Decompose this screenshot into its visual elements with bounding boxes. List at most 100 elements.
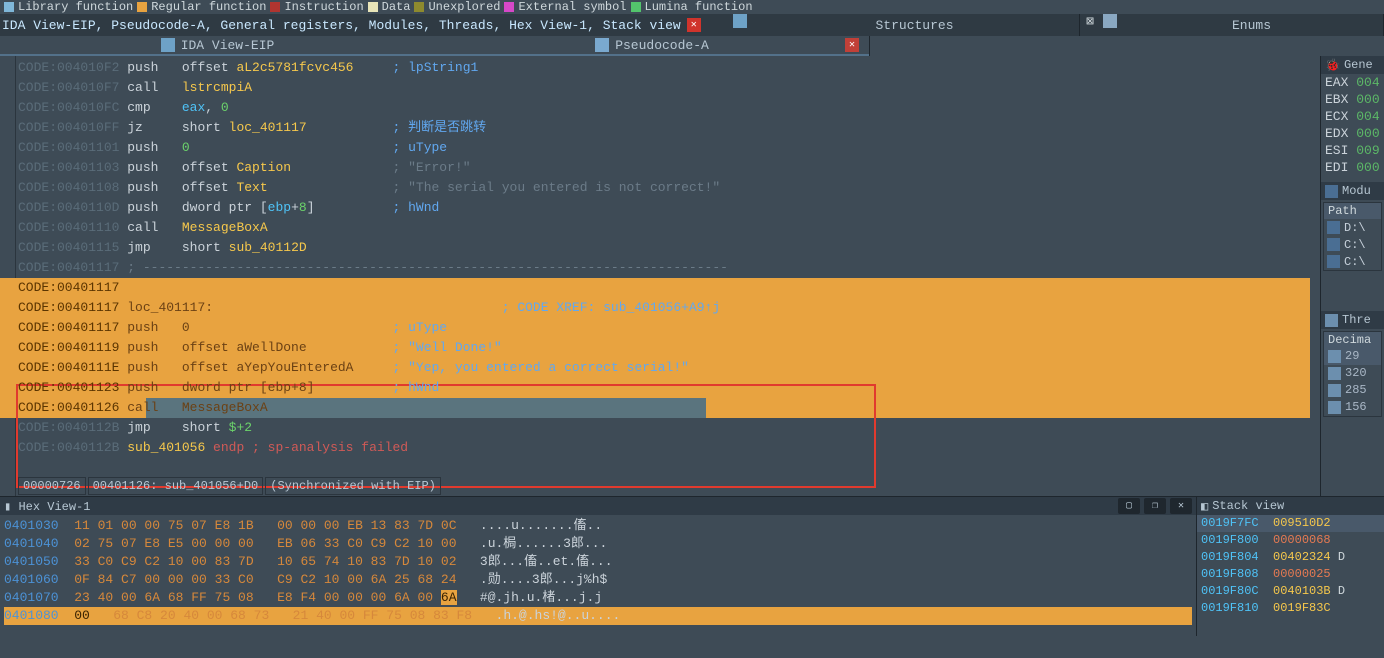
tab-pseudocode[interactable]: Pseudocode-A ✕ [435, 36, 869, 56]
legend-swatch [368, 2, 378, 12]
disasm-line[interactable]: CODE:0040110D push dword ptr [ebp+8] ; h… [18, 198, 1320, 218]
thread-row[interactable]: 29 [1324, 348, 1381, 365]
hex-view-panel[interactable]: ▮ Hex View-1 ▢ ❐ ✕ 0401030 11 01 00 00 7… [0, 496, 1196, 636]
legend-label: Data [382, 0, 411, 14]
thread-icon [1328, 384, 1341, 397]
module-row[interactable]: D:\ [1324, 219, 1381, 236]
legend-label: Lumina function [645, 0, 753, 14]
disasm-line[interactable]: CODE:00401117 ; ------------------------… [18, 258, 1320, 278]
panel-header-modules: Modu [1321, 182, 1384, 200]
stack-view-panel[interactable]: ◧ Stack view 0019F7FC 009510D20019F800 0… [1196, 496, 1384, 636]
stack-row[interactable]: 0019F808 00000025 [1197, 566, 1384, 583]
disk-icon [1327, 221, 1340, 234]
stack-row[interactable]: 0019F800 00000068 [1197, 532, 1384, 549]
register-row: EBX 000 [1321, 91, 1384, 108]
legend-label: Unexplored [428, 0, 500, 14]
disasm-line[interactable]: CODE:00401110 call MessageBoxA [18, 218, 1320, 238]
panel-header-registers: 🐞 Gene [1321, 56, 1384, 74]
close-icon[interactable]: ✕ [687, 18, 701, 32]
restore-icon[interactable]: ❐ [1144, 498, 1166, 514]
status-offset: 00000726 [18, 477, 86, 495]
register-row: EDI 000 [1321, 159, 1384, 176]
hex-line[interactable]: 0401080 00 68 C8 20 40 00 68 73 21 40 00… [4, 607, 1192, 625]
register-row: ESI 009 [1321, 142, 1384, 159]
hex-line[interactable]: 0401070 23 40 00 6A 68 FF 75 08 E8 F4 00… [4, 589, 1192, 607]
disasm-line[interactable]: CODE:004010FC cmp eax, 0 [18, 98, 1320, 118]
tab-structures[interactable]: Structures [750, 14, 1080, 36]
disassembly-view[interactable]: CODE:004010F2 push offset aL2c5781fcvc45… [0, 56, 1320, 496]
registers-panel: 🐞 Gene EAX 004EBX 000ECX 004EDX 000ESI 0… [1320, 56, 1384, 496]
disasm-line[interactable]: CODE:004010F7 call lstrcmpiA [18, 78, 1320, 98]
breadcrumb: IDA View-EIP, Pseudocode-A, General regi… [0, 14, 730, 36]
thread-icon [1328, 367, 1341, 380]
disasm-line[interactable]: CODE:0040111E push offset aYepYouEntered… [18, 358, 1320, 378]
disasm-line[interactable]: CODE:00401115 jmp short sub_40112D [18, 238, 1320, 258]
close-icon[interactable]: ⊠ [1080, 14, 1100, 36]
legend-label: External symbol [518, 0, 626, 14]
panel-title-hex: ▮ Hex View-1 [4, 499, 90, 514]
status-bar: 00000726 00401126: sub_401056+D0 (Synchr… [18, 476, 1320, 496]
view-icon [161, 38, 175, 52]
legend-swatch [137, 2, 147, 12]
legend-swatch [504, 2, 514, 12]
module-icon [1325, 185, 1338, 198]
stack-row[interactable]: 0019F80C 0040103B D [1197, 583, 1384, 600]
legend-swatch [270, 2, 280, 12]
stack-row[interactable]: 0019F7FC 009510D2 [1197, 515, 1384, 532]
thread-row[interactable]: 156 [1324, 399, 1381, 416]
modules-list[interactable]: Path D:\C:\C:\ [1323, 202, 1382, 271]
disasm-line[interactable]: CODE:00401126 call MessageBoxA [18, 398, 1320, 418]
thread-icon [1325, 314, 1338, 327]
minimize-icon[interactable]: ▢ [1118, 498, 1140, 514]
legend-label: Regular function [151, 0, 266, 14]
status-location: 00401126: sub_401056+D0 [88, 477, 264, 495]
bug-icon: 🐞 [1325, 58, 1340, 73]
disasm-line[interactable]: CODE:004010F2 push offset aL2c5781fcvc45… [18, 58, 1320, 78]
disasm-line[interactable]: CODE:00401117 loc_401117: ; CODE XREF: s… [18, 298, 1320, 318]
hex-line[interactable]: 0401060 0F 84 C7 00 00 00 33 C0 C9 C2 10… [4, 571, 1192, 589]
disk-icon [1327, 238, 1340, 251]
column-header-path[interactable]: Path [1324, 203, 1381, 219]
stack-row[interactable]: 0019F810 0019F83C [1197, 600, 1384, 617]
disk-icon [1327, 255, 1340, 268]
panel-header-stack: ◧ Stack view [1197, 497, 1384, 515]
disasm-line[interactable]: CODE:00401119 push offset aWellDone ; "W… [18, 338, 1320, 358]
module-row[interactable]: C:\ [1324, 253, 1381, 270]
tab-icon[interactable] [730, 14, 750, 36]
legend-bar: Library function Regular function Instru… [0, 0, 1384, 14]
disasm-line[interactable]: CODE:004010FF jz short loc_401117 ; 判断是否… [18, 118, 1320, 138]
register-row: EAX 004 [1321, 74, 1384, 91]
close-icon[interactable]: ✕ [1170, 498, 1192, 514]
thread-icon [1328, 350, 1341, 363]
status-sync: (Synchronized with EIP) [265, 477, 441, 495]
close-icon[interactable]: ✕ [845, 38, 859, 52]
disasm-line[interactable]: CODE:00401103 push offset Caption ; "Err… [18, 158, 1320, 178]
column-header-decimal[interactable]: Decima [1324, 332, 1381, 348]
register-row: EDX 000 [1321, 125, 1384, 142]
disasm-line[interactable]: CODE:00401117 [18, 278, 1320, 298]
hex-line[interactable]: 0401030 11 01 00 00 75 07 E8 1B 00 00 00… [4, 517, 1192, 535]
stack-row[interactable]: 0019F804 00402324 D [1197, 549, 1384, 566]
tab-icon[interactable] [1100, 14, 1120, 36]
disasm-line[interactable]: CODE:0040112B jmp short $+2 [18, 418, 1320, 438]
thread-row[interactable]: 285 [1324, 382, 1381, 399]
gutter [0, 56, 16, 496]
disasm-line[interactable]: CODE:00401117 push 0 ; uType [18, 318, 1320, 338]
hex-line[interactable]: 0401050 33 C0 C9 C2 10 00 83 7D 10 65 74… [4, 553, 1192, 571]
disasm-line[interactable]: CODE:00401108 push offset Text ; "The se… [18, 178, 1320, 198]
tab-enums[interactable]: Enums [1120, 14, 1384, 36]
tab-ida-view[interactable]: IDA View-EIP [0, 36, 435, 56]
stack-icon: ◧ [1201, 499, 1208, 514]
code-icon [595, 38, 609, 52]
legend-label: Instruction [284, 0, 363, 14]
disasm-line[interactable]: CODE:00401123 push dword ptr [ebp+8] ; h… [18, 378, 1320, 398]
legend-label: Library function [18, 0, 133, 14]
top-tab-row: IDA View-EIP, Pseudocode-A, General regi… [0, 14, 1384, 36]
hex-line[interactable]: 0401040 02 75 07 E8 E5 00 00 00 EB 06 33… [4, 535, 1192, 553]
thread-row[interactable]: 320 [1324, 365, 1381, 382]
module-row[interactable]: C:\ [1324, 236, 1381, 253]
disasm-line[interactable]: CODE:00401101 push 0 ; uType [18, 138, 1320, 158]
legend-swatch [631, 2, 641, 12]
threads-list[interactable]: Decima 29320285156 [1323, 331, 1382, 417]
disasm-line[interactable]: CODE:0040112B sub_401056 endp ; sp-analy… [18, 438, 1320, 458]
